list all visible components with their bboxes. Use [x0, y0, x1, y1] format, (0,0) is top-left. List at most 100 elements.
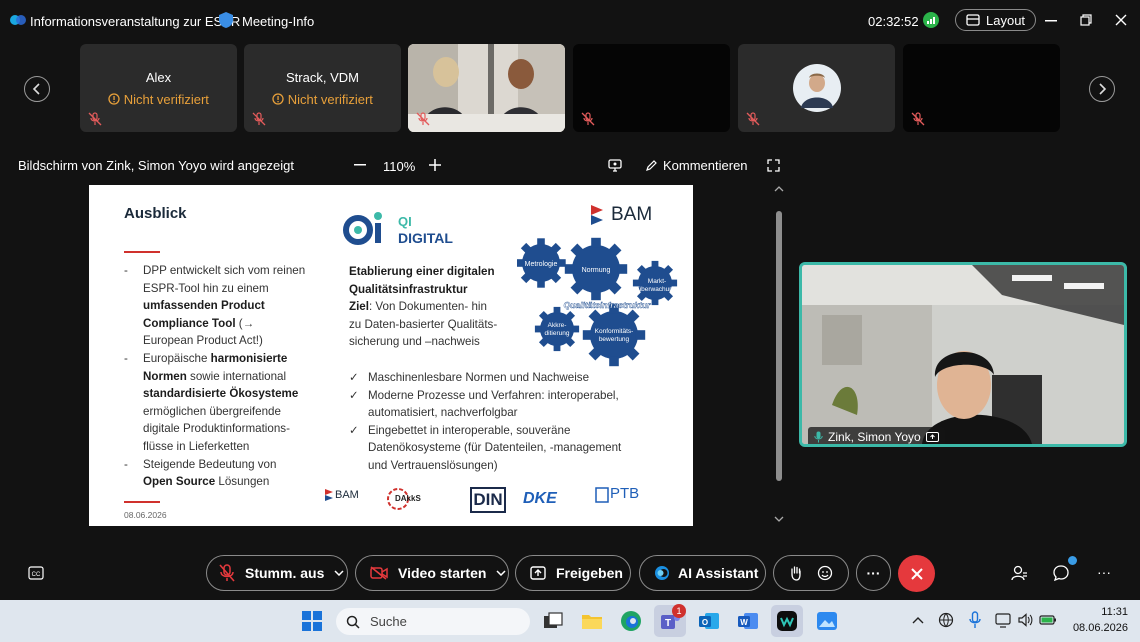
chevron-down-icon[interactable]: [496, 570, 506, 576]
slide-date: 08.06.2026: [124, 510, 167, 520]
participant-status: Nicht verifiziert: [244, 92, 401, 107]
check-line: Datenökosysteme (für Datenteilen, -manag…: [368, 441, 622, 455]
battery-icon[interactable]: [1039, 614, 1057, 626]
chevron-up-icon[interactable]: [912, 616, 924, 624]
language-icon[interactable]: [938, 612, 954, 628]
shield-icon[interactable]: [218, 11, 234, 29]
gear-icon: [534, 306, 580, 352]
bullet-line: European Product Act!): [143, 334, 263, 348]
microphone-icon[interactable]: [969, 611, 981, 629]
participant-tile[interactable]: Alex Nicht verifiziert: [80, 44, 237, 132]
ai-assistant-button[interactable]: AI Assistant: [639, 555, 766, 591]
check-item: ✓ Moderne Prozesse und Verfahren: interop…: [349, 387, 689, 422]
end-call-button[interactable]: [898, 555, 935, 592]
participant-name: Strack, VDM: [286, 70, 359, 85]
word-icon[interactable]: W: [736, 609, 760, 633]
clock-date[interactable]: 08.06.2026: [1058, 622, 1128, 634]
close-window-icon[interactable]: [1115, 14, 1127, 26]
gear-label-konf-1: Konformitäts-: [595, 328, 634, 335]
meeting-info-link[interactable]: Meeting-Info: [242, 14, 314, 29]
self-view-video[interactable]: Zink, Simon Yoyo: [799, 262, 1127, 447]
participant-tile[interactable]: Strack, VDM Nicht verifiziert: [244, 44, 401, 132]
layout-label: Layout: [986, 12, 1026, 28]
comment-button[interactable]: Kommentieren: [645, 158, 748, 173]
close-icon: [910, 567, 923, 580]
zoom-in-icon[interactable]: [429, 159, 441, 171]
chat-icon[interactable]: [1052, 564, 1070, 582]
layout-button[interactable]: Layout: [955, 9, 1037, 31]
photos-icon[interactable]: [815, 609, 839, 633]
reactions-group[interactable]: [773, 555, 849, 591]
check-line: Eingebettet in interoperable, souveräne: [368, 423, 571, 437]
checkmark-icon: ✓: [349, 371, 359, 384]
share-button[interactable]: Freigeben: [515, 555, 631, 591]
scroll-down-icon[interactable]: [774, 515, 784, 523]
qi-title-1: QI: [398, 214, 412, 229]
network-icon[interactable]: [995, 612, 1013, 628]
more-options-button[interactable]: ···: [856, 555, 891, 591]
signal-strength-icon[interactable]: [923, 12, 939, 28]
gear-icon: [582, 303, 646, 367]
more-panels-button[interactable]: ···: [1097, 564, 1111, 580]
bullet-line: Steigende Bedeutung von: [143, 457, 277, 471]
participant-tile[interactable]: [903, 44, 1060, 132]
chevron-down-icon[interactable]: [334, 570, 344, 576]
more-label: ···: [866, 565, 881, 581]
bullet-dash: -: [124, 457, 128, 471]
zoom-level: 110%: [383, 159, 416, 174]
logo-dakks: DAkkS: [395, 494, 421, 503]
reaction-icon[interactable]: [817, 565, 833, 581]
participants-icon[interactable]: [1010, 564, 1028, 582]
mic-muted-icon: [219, 564, 235, 582]
check-list: ✓ Maschinenlesbare Normen und Nachweise ✓ M…: [349, 369, 689, 475]
participant-video-tile[interactable]: [408, 44, 565, 132]
mid-heading-1: Etablierung einer digitalen: [349, 265, 495, 278]
participant-tile[interactable]: [738, 44, 895, 132]
gear-label-markt-1: Markt-: [648, 278, 666, 285]
logo-ptb: PTB: [610, 485, 640, 502]
minimize-icon[interactable]: [1045, 20, 1057, 22]
raise-hand-icon[interactable]: [789, 565, 803, 581]
participant-tile[interactable]: [573, 44, 730, 132]
outlook-icon[interactable]: O: [697, 609, 721, 633]
clock-time[interactable]: 11:31: [1068, 606, 1128, 618]
participants-next-button[interactable]: [1089, 76, 1115, 102]
task-view-icon[interactable]: [541, 609, 565, 633]
restore-icon[interactable]: [1080, 14, 1092, 26]
file-explorer-icon[interactable]: [580, 609, 604, 633]
mute-button[interactable]: Stumm. aus: [206, 555, 348, 591]
share-control-icon[interactable]: [608, 158, 622, 172]
zoom-out-icon[interactable]: [354, 164, 366, 166]
logo-din: DIN: [470, 487, 506, 513]
scroll-thumb[interactable]: [776, 211, 782, 481]
bullet-line: digitale Produktinformations-: [143, 422, 290, 436]
title-bar: Informationsveranstaltung zur ESPR Meeti…: [0, 0, 1140, 42]
footer-line: [124, 501, 160, 503]
bullet-line: standardisierte Ökosysteme: [143, 387, 299, 401]
webex-icon[interactable]: [775, 609, 799, 633]
participant-status: Nicht verifiziert: [80, 92, 237, 107]
scroll-up-icon[interactable]: [774, 185, 784, 193]
windows-start-icon[interactable]: [302, 611, 322, 631]
video-button[interactable]: Video starten: [355, 555, 509, 591]
edge-browser-icon[interactable]: [619, 609, 643, 633]
qi-title-2: DIGITAL: [398, 230, 453, 246]
captions-icon[interactable]: CC: [28, 566, 44, 580]
volume-icon[interactable]: [1017, 612, 1033, 628]
participant-video: [408, 44, 565, 132]
expand-icon[interactable]: [767, 159, 780, 172]
layout-icon: [966, 14, 980, 26]
svg-text:T: T: [665, 618, 671, 629]
bullet-line: Open Source Lösungen: [143, 475, 270, 489]
bullet-dash: -: [124, 264, 128, 277]
meeting-title: Informationsveranstaltung zur ESPR: [30, 14, 241, 29]
chevron-right-icon: [1099, 83, 1107, 95]
left-bullets: - DPP entwickelt sich vom reinen ESPR-Tool…: [124, 262, 334, 491]
avatar: [793, 64, 841, 112]
mic-on-icon: [814, 431, 823, 443]
participants-prev-button[interactable]: [24, 76, 50, 102]
self-view-name: Zink, Simon Yoyo: [828, 430, 921, 444]
gear-label-metrologie: Metrologie: [525, 261, 558, 268]
taskbar-search[interactable]: Suche: [336, 608, 530, 635]
share-scrollbar[interactable]: [772, 185, 786, 525]
